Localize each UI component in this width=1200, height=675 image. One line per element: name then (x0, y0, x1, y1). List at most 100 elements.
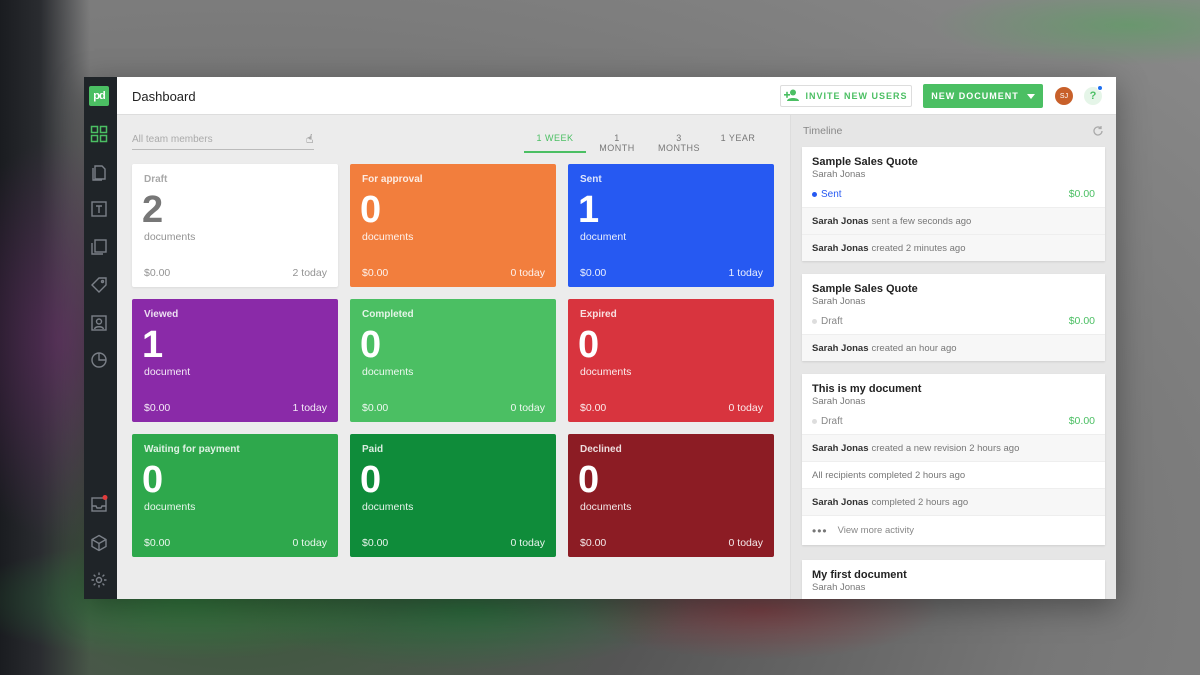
notification-dot (1097, 85, 1103, 91)
card-unit: document (580, 231, 627, 243)
card-amount: $0.00 (144, 267, 171, 279)
card-count: 0 (360, 189, 382, 231)
card-today-count: 0 today (728, 537, 763, 549)
content-library-icon[interactable] (89, 237, 109, 257)
card-amount: $0.00 (580, 537, 607, 549)
invite-users-button[interactable]: INVITE NEW USERS (780, 85, 912, 107)
status-text: Sent (821, 188, 842, 200)
card-today-count: 0 today (510, 537, 545, 549)
grid-icon[interactable] (89, 124, 109, 144)
caret-down-icon (1026, 91, 1035, 101)
timeline-entry[interactable]: Sample Sales Quote Sarah Jonas Draft $0.… (802, 274, 1105, 361)
document-author: Sarah Jonas (812, 582, 866, 593)
status-text: Draft (821, 315, 843, 327)
card-today-count: 0 today (292, 537, 327, 549)
activity-item: Sarah Jonas created a new revision 2 hour… (802, 434, 1105, 461)
activity-item: Sarah Jonas completed 2 hours ago (802, 488, 1105, 515)
card-unit: documents (362, 231, 414, 243)
status-card[interactable]: Paid 0 documents $0.00 0 today (350, 434, 556, 557)
activity-item: All recipients completed 2 hours ago (802, 461, 1105, 488)
status-card[interactable]: Sent 1 document $0.00 1 today (568, 164, 774, 287)
card-unit: documents (362, 366, 414, 378)
document-amount: $0.00 (1068, 188, 1095, 200)
documents-icon[interactable] (89, 162, 109, 182)
tab-1-week[interactable]: 1 WEEK (524, 127, 586, 153)
card-unit: documents (580, 366, 632, 378)
timeline-entry[interactable]: Sample Sales Quote Sarah Jonas Sent $0.0… (802, 147, 1105, 261)
card-today-count: 0 today (510, 402, 545, 414)
status-badge: Draft (812, 316, 843, 327)
refresh-icon[interactable] (1092, 124, 1104, 136)
status-card[interactable]: Viewed 1 document $0.00 1 today (132, 299, 338, 422)
view-more-label: View more activity (837, 525, 914, 536)
card-today-count: 0 today (728, 402, 763, 414)
document-name[interactable]: This is my document (812, 383, 1095, 395)
card-count: 0 (360, 324, 382, 366)
card-today-count: 1 today (728, 267, 763, 279)
user-avatar[interactable]: SJ (1055, 87, 1073, 105)
card-amount: $0.00 (580, 402, 607, 414)
card-label: Draft (144, 174, 168, 185)
card-count: 0 (578, 459, 600, 501)
help-button[interactable]: ? (1084, 85, 1103, 105)
tag-icon[interactable] (89, 275, 109, 295)
gear-icon[interactable] (89, 570, 109, 590)
card-count: 0 (142, 459, 164, 501)
card-label: Waiting for payment (144, 444, 240, 455)
card-label: Viewed (144, 309, 179, 320)
reports-icon[interactable] (89, 350, 109, 370)
page-title: Dashboard (132, 89, 196, 104)
status-card[interactable]: Waiting for payment 0 documents $0.00 0 toda… (132, 434, 338, 557)
sidebar: pd (84, 77, 117, 599)
status-dot (812, 318, 817, 324)
card-label: Sent (580, 174, 602, 185)
document-author: Sarah Jonas (812, 169, 866, 180)
template-icon[interactable] (89, 199, 109, 219)
tab-3-months[interactable]: 3 MONTHS (648, 127, 710, 153)
invite-users-label: INVITE NEW USERS (805, 91, 908, 101)
tab-1-year[interactable]: 1 YEAR (710, 127, 766, 153)
new-document-button[interactable]: NEW DOCUMENT (923, 84, 1043, 108)
inbox-icon[interactable] (89, 494, 109, 514)
status-card[interactable]: Declined 0 documents $0.00 0 today (568, 434, 774, 557)
status-badge: Sent (812, 189, 842, 200)
card-amount: $0.00 (362, 537, 389, 549)
timeline-entry[interactable]: This is my document Sarah Jonas Draft $0… (802, 374, 1105, 545)
status-dot (812, 191, 817, 197)
document-name[interactable]: My first document (812, 569, 1095, 581)
card-label: For approval (362, 174, 423, 185)
activity-item: Sarah Jonas sent a few seconds ago (802, 207, 1105, 234)
card-unit: documents (144, 501, 196, 513)
card-amount: $0.00 (144, 537, 171, 549)
card-today-count: 0 today (510, 267, 545, 279)
pandadoc-logo[interactable]: pd (89, 86, 109, 106)
document-name[interactable]: Sample Sales Quote (812, 156, 1095, 168)
activity-item: Sarah Jonas created 2 minutes ago (802, 234, 1105, 261)
tab-1-month[interactable]: 1 MONTH (586, 127, 648, 153)
card-count: 0 (578, 324, 600, 366)
status-card[interactable]: Draft 2 documents $0.00 2 today (132, 164, 338, 287)
card-today-count: 2 today (292, 267, 327, 279)
more-dots-icon: ••• (812, 523, 828, 538)
status-card[interactable]: Expired 0 documents $0.00 0 today (568, 299, 774, 422)
contacts-icon[interactable] (89, 313, 109, 333)
card-unit: document (144, 366, 191, 378)
card-label: Completed (362, 309, 414, 320)
status-card[interactable]: For approval 0 documents $0.00 0 today (350, 164, 556, 287)
card-count: 2 (142, 189, 164, 231)
cube-icon[interactable] (89, 533, 109, 553)
period-tabs: 1 WEEK 1 MONTH 3 MONTHS 1 YEAR (524, 127, 766, 153)
document-name[interactable]: Sample Sales Quote (812, 283, 1095, 295)
status-text: Draft (821, 415, 843, 427)
hand-cursor-icon: ☝ (306, 132, 314, 146)
card-count: 1 (142, 324, 164, 366)
team-member-filter[interactable]: All team members (132, 130, 314, 150)
timeline-panel: Timeline Sample Sales Quote Sarah Jonas … (790, 115, 1116, 599)
status-badge: Draft (812, 416, 843, 427)
card-unit: documents (362, 501, 414, 513)
view-more-activity[interactable]: ••• View more activity (802, 515, 1105, 545)
activity-item: Sarah Jonas created an hour ago (802, 334, 1105, 361)
timeline-entry[interactable]: My first document Sarah Jonas (802, 560, 1105, 599)
status-card[interactable]: Completed 0 documents $0.00 0 today (350, 299, 556, 422)
header-bar: Dashboard INVITE NEW USERS NEW DOCUMENT … (117, 77, 1116, 115)
